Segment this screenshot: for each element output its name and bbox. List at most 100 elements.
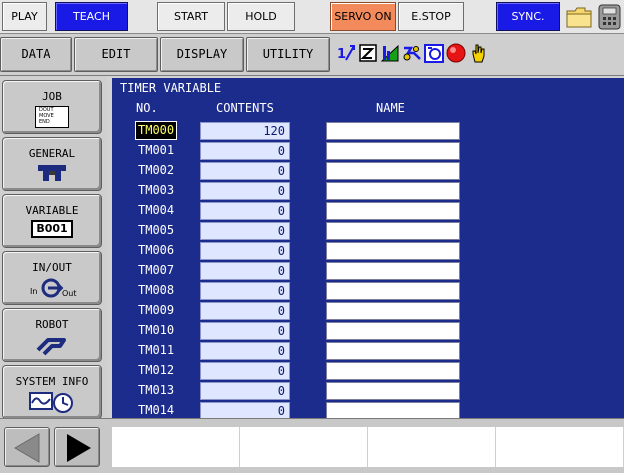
timer-value[interactable]: 0 <box>200 182 290 200</box>
timer-name-field[interactable] <box>326 182 460 200</box>
timer-value[interactable]: 0 <box>200 362 290 380</box>
robot-icon <box>34 334 70 356</box>
timer-table: TM000 120 TM001 0 TM002 0 TM003 0 TM004 0 TM005 0 TM… <box>112 120 624 420</box>
timer-number[interactable]: TM013 <box>136 382 176 399</box>
main-menu-system-info[interactable]: SYSTEM INFO <box>2 365 102 419</box>
table-row[interactable]: TM006 0 <box>112 241 624 261</box>
timer-name-field[interactable] <box>326 222 460 240</box>
timer-value[interactable]: 0 <box>200 382 290 400</box>
timer-number[interactable]: TM010 <box>136 322 176 339</box>
bottom-bar <box>0 418 624 473</box>
main-menu: JOB DOUT MOVE END GENERAL VARIABLE B001 … <box>0 76 106 419</box>
folder-icon[interactable] <box>565 3 593 31</box>
table-row[interactable]: TM005 0 <box>112 221 624 241</box>
timer-value[interactable]: 0 <box>200 142 290 160</box>
timer-number[interactable]: TM005 <box>136 222 176 239</box>
servo-on-button[interactable]: SERVO ON <box>330 2 396 31</box>
timer-value[interactable]: 0 <box>200 342 290 360</box>
timer-value[interactable]: 0 <box>200 202 290 220</box>
pendant-icon[interactable] <box>596 3 623 31</box>
job-icon: DOUT MOVE END <box>35 106 69 128</box>
timer-value[interactable]: 120 <box>200 122 290 140</box>
menu-edit[interactable]: EDIT <box>74 37 158 72</box>
page-forward-button[interactable] <box>54 427 100 467</box>
timer-number[interactable]: TM014 <box>136 402 176 419</box>
timer-number[interactable]: TM002 <box>136 162 176 179</box>
timer-name-field[interactable] <box>326 282 460 300</box>
table-row[interactable]: TM001 0 <box>112 141 624 161</box>
timer-name-field[interactable] <box>326 262 460 280</box>
page-title: TIMER VARIABLE <box>120 81 222 95</box>
timer-number[interactable]: TM012 <box>136 362 176 379</box>
hand-icon <box>468 42 488 64</box>
table-row[interactable]: TM009 0 <box>112 301 624 321</box>
play-button[interactable]: PLAY <box>2 2 47 31</box>
timer-name-field[interactable] <box>326 162 460 180</box>
variable-icon: B001 <box>31 220 73 238</box>
timer-name-field[interactable] <box>326 142 460 160</box>
timer-number[interactable]: TM006 <box>136 242 176 259</box>
table-row[interactable]: TM002 0 <box>112 161 624 181</box>
main-menu-general[interactable]: GENERAL <box>2 137 102 191</box>
timer-number[interactable]: TM008 <box>136 282 176 299</box>
timer-value[interactable]: 0 <box>200 302 290 320</box>
inout-icon: In Out <box>22 277 82 299</box>
menu-data[interactable]: DATA <box>0 37 72 72</box>
table-row[interactable]: TM003 0 <box>112 181 624 201</box>
timer-value[interactable]: 0 <box>200 222 290 240</box>
estop-button[interactable]: E.STOP <box>398 2 464 31</box>
timer-number[interactable]: TM007 <box>136 262 176 279</box>
main-menu-variable[interactable]: VARIABLE B001 <box>2 194 102 248</box>
table-row[interactable]: TM000 120 <box>112 121 624 141</box>
timer-value[interactable]: 0 <box>200 322 290 340</box>
table-row[interactable]: TM012 0 <box>112 361 624 381</box>
table-row[interactable]: TM004 0 <box>112 201 624 221</box>
soft-key-2[interactable] <box>240 427 368 467</box>
timer-number[interactable]: TM003 <box>136 182 176 199</box>
timer-name-field[interactable] <box>326 302 460 320</box>
menu-utility[interactable]: UTILITY <box>246 37 330 72</box>
timer-value[interactable]: 0 <box>200 262 290 280</box>
table-row[interactable]: TM007 0 <box>112 261 624 281</box>
timer-number[interactable]: TM009 <box>136 302 176 319</box>
table-row[interactable]: TM013 0 <box>112 381 624 401</box>
main-menu-inout[interactable]: IN/OUT In Out <box>2 251 102 305</box>
inout-out-label: Out <box>62 289 77 298</box>
timer-name-field[interactable] <box>326 242 460 260</box>
coordinate-icon: 1 <box>336 42 356 64</box>
running-lamp-icon <box>446 42 466 64</box>
hold-button[interactable]: HOLD <box>227 2 295 31</box>
timer-name-field[interactable] <box>326 202 460 220</box>
timer-name-field[interactable] <box>326 362 460 380</box>
system-info-label: SYSTEM INFO <box>15 375 89 388</box>
main-menu-job[interactable]: JOB DOUT MOVE END <box>2 80 102 134</box>
teach-button[interactable]: TEACH <box>55 2 128 31</box>
sync-button[interactable]: SYNC. <box>496 2 560 31</box>
soft-key-3[interactable] <box>368 427 496 467</box>
start-button[interactable]: START <box>157 2 225 31</box>
page-back-button[interactable] <box>4 427 50 467</box>
column-header-no: NO. <box>136 101 158 115</box>
pose-icon <box>402 42 422 64</box>
timer-name-field[interactable] <box>326 342 460 360</box>
table-row[interactable]: TM011 0 <box>112 341 624 361</box>
timer-name-field[interactable] <box>326 122 460 140</box>
soft-key-1[interactable] <box>112 427 240 467</box>
timer-name-field[interactable] <box>326 322 460 340</box>
timer-number[interactable]: TM004 <box>136 202 176 219</box>
timer-name-field[interactable] <box>326 382 460 400</box>
main-menu-robot[interactable]: ROBOT <box>2 308 102 362</box>
inout-in-label: In <box>30 287 38 296</box>
timer-number[interactable]: TM011 <box>136 342 176 359</box>
timer-value[interactable]: 0 <box>200 162 290 180</box>
soft-key-4[interactable] <box>496 427 624 467</box>
timer-number[interactable]: TM001 <box>136 142 176 159</box>
table-row[interactable]: TM008 0 <box>112 281 624 301</box>
menu-display[interactable]: DISPLAY <box>160 37 244 72</box>
timer-value[interactable]: 0 <box>200 242 290 260</box>
variable-label: VARIABLE <box>25 204 79 217</box>
table-row[interactable]: TM010 0 <box>112 321 624 341</box>
timer-value[interactable]: 0 <box>200 282 290 300</box>
timer-variable-screen: TIMER VARIABLE NO. CONTENTS NAME TM000 12… <box>112 78 624 420</box>
timer-number[interactable]: TM000 <box>134 121 178 140</box>
